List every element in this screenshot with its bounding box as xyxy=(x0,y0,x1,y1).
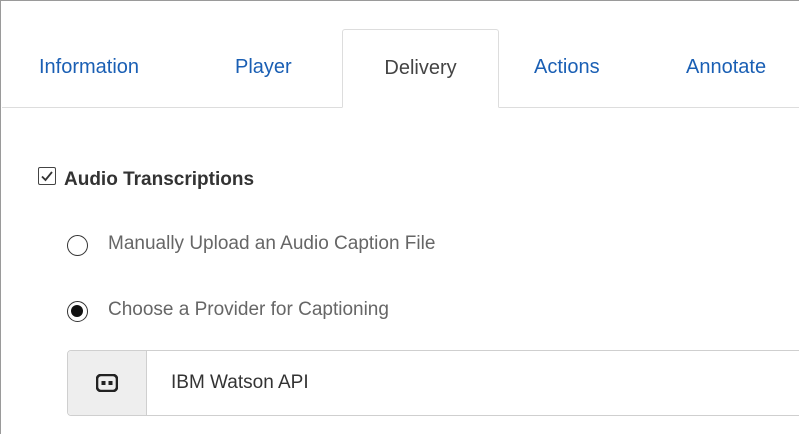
provider-value: IBM Watson API xyxy=(171,372,309,393)
audio-transcriptions-label: Audio Transcriptions xyxy=(64,169,255,190)
choose-provider-label: Choose a Provider for Captioning xyxy=(108,299,389,320)
provider-select[interactable]: IBM Watson API xyxy=(67,350,799,416)
closed-captions-icon xyxy=(96,374,118,392)
radio-selected-dot xyxy=(71,305,83,317)
tab-actions[interactable]: Actions xyxy=(534,56,600,79)
tab-bar: Information Player Delivery Actions Anno… xyxy=(2,2,799,108)
tab-annotate[interactable]: Annotate xyxy=(686,56,766,79)
manual-upload-label: Manually Upload an Audio Caption File xyxy=(108,233,436,254)
checkmark-icon xyxy=(41,171,53,182)
audio-transcriptions-checkbox[interactable] xyxy=(38,167,56,185)
provider-addon xyxy=(68,351,147,415)
tab-information[interactable]: Information xyxy=(39,56,139,79)
tab-player[interactable]: Player xyxy=(235,56,292,79)
tab-delivery[interactable]: Delivery xyxy=(342,29,499,108)
choose-provider-radio[interactable] xyxy=(67,301,88,322)
manual-upload-radio[interactable] xyxy=(67,235,88,256)
settings-panel: Information Player Delivery Actions Anno… xyxy=(0,0,799,434)
